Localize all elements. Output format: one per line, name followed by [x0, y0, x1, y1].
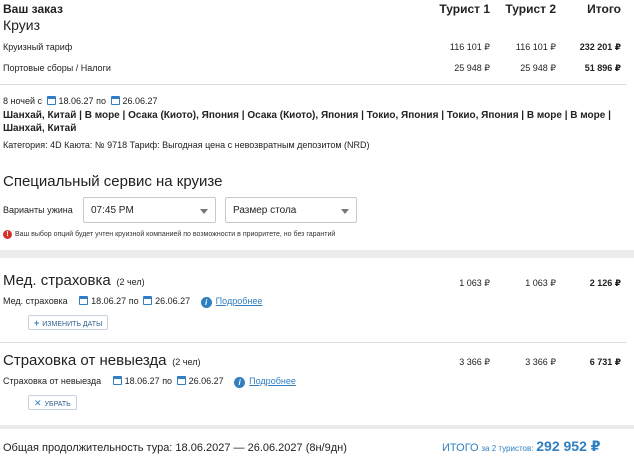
- remove-label: УБРАТЬ: [44, 401, 71, 408]
- total-label: ИТОГО: [442, 442, 479, 454]
- chevron-down-icon: [200, 209, 208, 214]
- cancel-insurance-title: Страховка от невыезда: [3, 352, 167, 369]
- med-tourist-1: 1 063 ₽: [459, 278, 490, 288]
- med-insurance-heading: Мед. страховка (2 чел): [3, 272, 145, 289]
- med-insurance-title: Мед. страховка: [3, 272, 111, 289]
- order-product: Круиз: [3, 17, 41, 33]
- calendar-icon: [143, 296, 153, 305]
- order-heading: Ваш заказ: [3, 2, 63, 16]
- med-insurance-row: Мед. страховка 18.06.27 по 26.06.27 i Под…: [3, 296, 262, 308]
- route-line-1: Шанхай, Китай | В море | Осака (Киото), …: [3, 110, 611, 121]
- column-total: Итого: [587, 2, 621, 16]
- footer-panel: Общая продолжительность тура: 18.06.2027…: [0, 429, 634, 460]
- info-icon: i: [234, 377, 246, 388]
- route-line-2: Шанхай, Китай: [3, 123, 77, 134]
- taxes-tourist-1: 25 948 ₽: [454, 63, 490, 73]
- med-more-link[interactable]: i Подробнее: [200, 296, 263, 308]
- cancel-po: по: [162, 376, 173, 386]
- warning-icon: !: [3, 230, 12, 239]
- table-size-select[interactable]: Размер стола: [225, 197, 357, 223]
- nights-label: 8 ночей с: [3, 96, 43, 106]
- date-to: 26.06.27: [122, 96, 158, 106]
- fare-total: 232 201 ₽: [579, 42, 621, 52]
- warning-text: Ваш выбор опций будет учтен круизной ком…: [15, 231, 336, 238]
- remove-insurance-button[interactable]: ✕ УБРАТЬ: [28, 395, 77, 410]
- med-tourist-2: 1 063 ₽: [525, 278, 556, 288]
- fare-tourist-1: 116 101 ₽: [449, 42, 490, 52]
- chevron-down-icon: [341, 209, 349, 214]
- cruise-details: Категория: 4D Каюта: № 9718 Тариф: Выгод…: [3, 140, 370, 150]
- cancel-sub-label: Страховка от невыезда: [3, 376, 102, 386]
- calendar-icon: [112, 376, 122, 385]
- taxes-total: 51 896 ₽: [584, 63, 621, 73]
- taxes-tourist-2: 25 948 ₽: [520, 63, 556, 73]
- cancel-insurance-persons: (2 чел): [172, 357, 201, 367]
- dinner-select-value: 07:45 PM: [91, 205, 134, 216]
- order-panel: Ваш заказ Круиз Турист 1 Турист 2 Итого …: [0, 0, 634, 250]
- total-sub: за 2 туристов:: [481, 444, 534, 453]
- info-icon: i: [200, 297, 212, 308]
- table-size-value: Размер стола: [233, 205, 297, 216]
- divider: [0, 342, 626, 343]
- total-value: 292 952 ₽: [536, 438, 601, 454]
- med-insurance-persons: (2 чел): [116, 277, 145, 287]
- tour-duration: Общая продолжительность тура: 18.06.2027…: [3, 442, 347, 454]
- taxes-label: Портовые сборы / Налоги: [3, 63, 111, 73]
- cancel-more-link[interactable]: i Подробнее: [234, 376, 296, 388]
- grand-total: ИТОГО за 2 туристов: 292 952 ₽: [442, 438, 601, 455]
- fare-tourist-2: 116 101 ₽: [515, 42, 556, 52]
- cancel-tourist-1: 3 366 ₽: [459, 357, 490, 367]
- calendar-icon: [110, 96, 120, 105]
- calendar-icon: [79, 296, 89, 305]
- calendar-icon: [176, 376, 186, 385]
- cancel-total: 6 731 ₽: [589, 357, 621, 367]
- med-more-text: Подробнее: [215, 296, 263, 306]
- insurance-panel: Мед. страховка (2 чел) 1 063 ₽ 1 063 ₽ 2…: [0, 258, 634, 425]
- date-from: 18.06.27: [58, 96, 94, 106]
- divider: [0, 84, 626, 85]
- cancel-more-text: Подробнее: [249, 376, 296, 386]
- med-date-to: 26.06.27: [155, 296, 191, 306]
- dinner-select[interactable]: 07:45 PM: [83, 197, 216, 223]
- plus-icon: +: [34, 318, 40, 328]
- cancel-date-to: 26.06.27: [188, 376, 224, 386]
- service-title: Специальный сервис на круизе: [3, 173, 223, 190]
- calendar-icon: [46, 96, 56, 105]
- column-tourist-1: Турист 1: [439, 2, 490, 16]
- med-po: по: [128, 296, 139, 306]
- med-date-from: 18.06.27: [91, 296, 127, 306]
- dinner-label: Варианты ужина: [3, 205, 73, 215]
- med-total: 2 126 ₽: [589, 278, 621, 288]
- fare-label: Круизный тариф: [3, 42, 73, 52]
- cruise-dates: 8 ночей с 18.06.27 по 26.06.27: [3, 96, 158, 106]
- cancel-tourist-2: 3 366 ₽: [525, 357, 556, 367]
- service-warning: ! Ваш выбор опций будет учтен круизной ко…: [3, 230, 335, 239]
- po-label: по: [96, 96, 106, 106]
- med-sub-label: Мед. страховка: [3, 296, 68, 306]
- close-icon: ✕: [34, 398, 42, 408]
- change-dates-label: ИЗМЕНИТЬ ДАТЫ: [42, 321, 103, 328]
- cancel-date-from: 18.06.27: [124, 376, 160, 386]
- cancel-insurance-heading: Страховка от невыезда (2 чел): [3, 352, 200, 369]
- column-tourist-2: Турист 2: [505, 2, 556, 16]
- cancel-insurance-row: Страховка от невыезда 18.06.27 по 26.06.…: [3, 376, 296, 388]
- change-dates-button[interactable]: + ИЗМЕНИТЬ ДАТЫ: [28, 315, 109, 330]
